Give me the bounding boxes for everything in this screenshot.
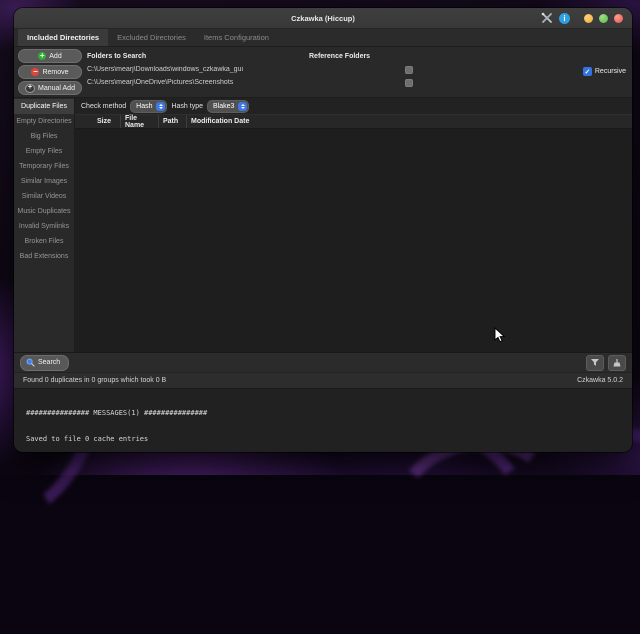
close-button[interactable] <box>614 13 623 23</box>
options-row: Check method Hash Hash type Blake3 <box>75 98 632 114</box>
titlebar[interactable]: Czkawka (Hiccup) i <box>14 8 632 29</box>
sidebar-item-duplicate-files[interactable]: Duplicate Files <box>14 99 74 114</box>
column-header-path[interactable]: Path <box>158 115 186 128</box>
tab-included-directories[interactable]: Included Directories <box>18 29 109 46</box>
search-button[interactable]: Search <box>20 354 70 371</box>
reference-checkbox[interactable] <box>405 78 413 87</box>
duplicate-finder-content: Check method Hash Hash type Blake3 Size … <box>75 98 632 352</box>
folders-list: Folders to Search Reference Folders C:\U… <box>83 47 632 97</box>
info-glyph: i <box>563 13 566 23</box>
sidebar-item-empty-directories[interactable]: Empty Directories <box>14 114 74 129</box>
hash-type-select[interactable]: Blake3 <box>207 99 250 113</box>
czkawka-window: Czkawka (Hiccup) i Included Directories … <box>14 8 632 452</box>
directories-tabbar: Included Directories Excluded Directorie… <box>14 29 632 47</box>
results-table-body[interactable] <box>75 129 632 352</box>
sidebar-item-big-files[interactable]: Big Files <box>14 129 74 144</box>
sidebar-item-similar-videos[interactable]: Similar Videos <box>14 189 74 204</box>
column-header-modification-date[interactable]: Modification Date <box>186 115 632 128</box>
manual-add-label: Manual Add <box>38 84 75 92</box>
add-directory-button[interactable]: + Add <box>18 49 82 63</box>
reference-checkbox[interactable] <box>405 65 413 74</box>
column-header-file-name[interactable]: File Name <box>120 115 158 129</box>
remove-directory-button[interactable]: − Remove <box>18 65 82 79</box>
recursive-checkbox-group[interactable]: ✓ Recursive <box>582 67 626 76</box>
sort-button[interactable] <box>586 354 604 371</box>
tab-label: Excluded Directories <box>117 33 186 42</box>
check-method-value: Hash <box>136 102 153 110</box>
sidebar-item-empty-files[interactable]: Empty Files <box>14 144 74 159</box>
sidebar-item-invalid-symlinks[interactable]: Invalid Symlinks <box>14 219 74 234</box>
folder-row[interactable]: C:\Users\mearj\Downloads\windows_czkawka… <box>87 63 632 76</box>
minimize-button[interactable] <box>584 13 593 23</box>
results-table-header: Size File Name Path Modification Date <box>75 114 632 129</box>
status-bar: Found 0 duplicates in 0 groups which too… <box>14 372 632 388</box>
hash-type-label: Hash type <box>171 102 204 110</box>
funnel-icon <box>591 359 599 366</box>
reference-checkbox-cell <box>403 78 415 87</box>
manual-add-directory-button[interactable]: + Manual Add <box>18 81 82 95</box>
add-label: Add <box>49 52 62 60</box>
main-area: Duplicate Files Empty Directories Big Fi… <box>14 97 632 352</box>
column-header-size[interactable]: Size <box>93 115 120 128</box>
directory-buttons: + Add − Remove + Manual Add <box>14 47 83 97</box>
sidebar-item-music-duplicates[interactable]: Music Duplicates <box>14 204 74 219</box>
app-version: Czkawka 5.0.2 <box>577 377 623 384</box>
folder-path: C:\Users\mearj\Downloads\windows_czkawka… <box>87 66 244 73</box>
included-directories-panel: + Add − Remove + Manual Add Folders to S… <box>14 47 632 97</box>
magnifier-icon <box>26 358 35 367</box>
sidebar-item-temporary-files[interactable]: Temporary Files <box>14 159 74 174</box>
messages-log[interactable]: ############### MESSAGES(1) ############… <box>14 388 632 452</box>
tab-label: Included Directories <box>27 33 100 42</box>
titlebar-controls: i <box>540 12 632 25</box>
recursive-checkbox[interactable]: ✓ <box>582 67 592 76</box>
reference-checkbox-cell <box>403 65 415 74</box>
sidebar-item-similar-images[interactable]: Similar Images <box>14 174 74 189</box>
tab-excluded-directories[interactable]: Excluded Directories <box>108 29 195 46</box>
action-bar: Search <box>14 352 632 372</box>
log-line: Saved to file 0 cache entries <box>26 434 149 443</box>
sidebar-item-broken-files[interactable]: Broken Files <box>14 234 74 249</box>
folders-to-search-header: Folders to Search <box>87 53 147 60</box>
folder-row[interactable]: C:\Users\mearj\OneDrive\Pictures\Screens… <box>87 76 632 89</box>
chevron-up-down-icon <box>238 101 248 111</box>
remove-label: Remove <box>42 68 69 76</box>
plus-circle-icon: + <box>38 51 47 60</box>
log-line: ############### MESSAGES(1) ############… <box>26 409 208 417</box>
selection-column-header <box>75 115 93 128</box>
tab-label: Items Configuration <box>203 33 269 42</box>
folders-list-header: Folders to Search Reference Folders <box>87 50 632 63</box>
status-message: Found 0 duplicates in 0 groups which too… <box>23 377 167 384</box>
broom-icon <box>613 358 621 366</box>
check-method-label: Check method <box>81 102 127 110</box>
check-method-select[interactable]: Hash <box>130 99 168 113</box>
recursive-label: Recursive <box>594 68 626 75</box>
plus-outline-icon: + <box>25 83 35 93</box>
settings-tools-icon[interactable] <box>540 12 553 25</box>
info-icon[interactable]: i <box>559 12 570 24</box>
sidebar-item-bad-extensions[interactable]: Bad Extensions <box>14 249 74 264</box>
hash-type-value: Blake3 <box>213 102 235 110</box>
reference-folders-header: Reference Folders <box>309 53 371 60</box>
folder-path: C:\Users\mearj\OneDrive\Pictures\Screens… <box>87 79 234 86</box>
search-label: Search <box>38 359 61 366</box>
tab-items-configuration[interactable]: Items Configuration <box>195 29 278 46</box>
minus-circle-icon: − <box>31 67 40 76</box>
clean-cache-button[interactable] <box>608 354 626 371</box>
chevron-up-down-icon <box>156 101 166 111</box>
tool-sidebar: Duplicate Files Empty Directories Big Fi… <box>14 98 75 352</box>
mouse-cursor <box>494 327 506 343</box>
maximize-button[interactable] <box>599 13 608 23</box>
